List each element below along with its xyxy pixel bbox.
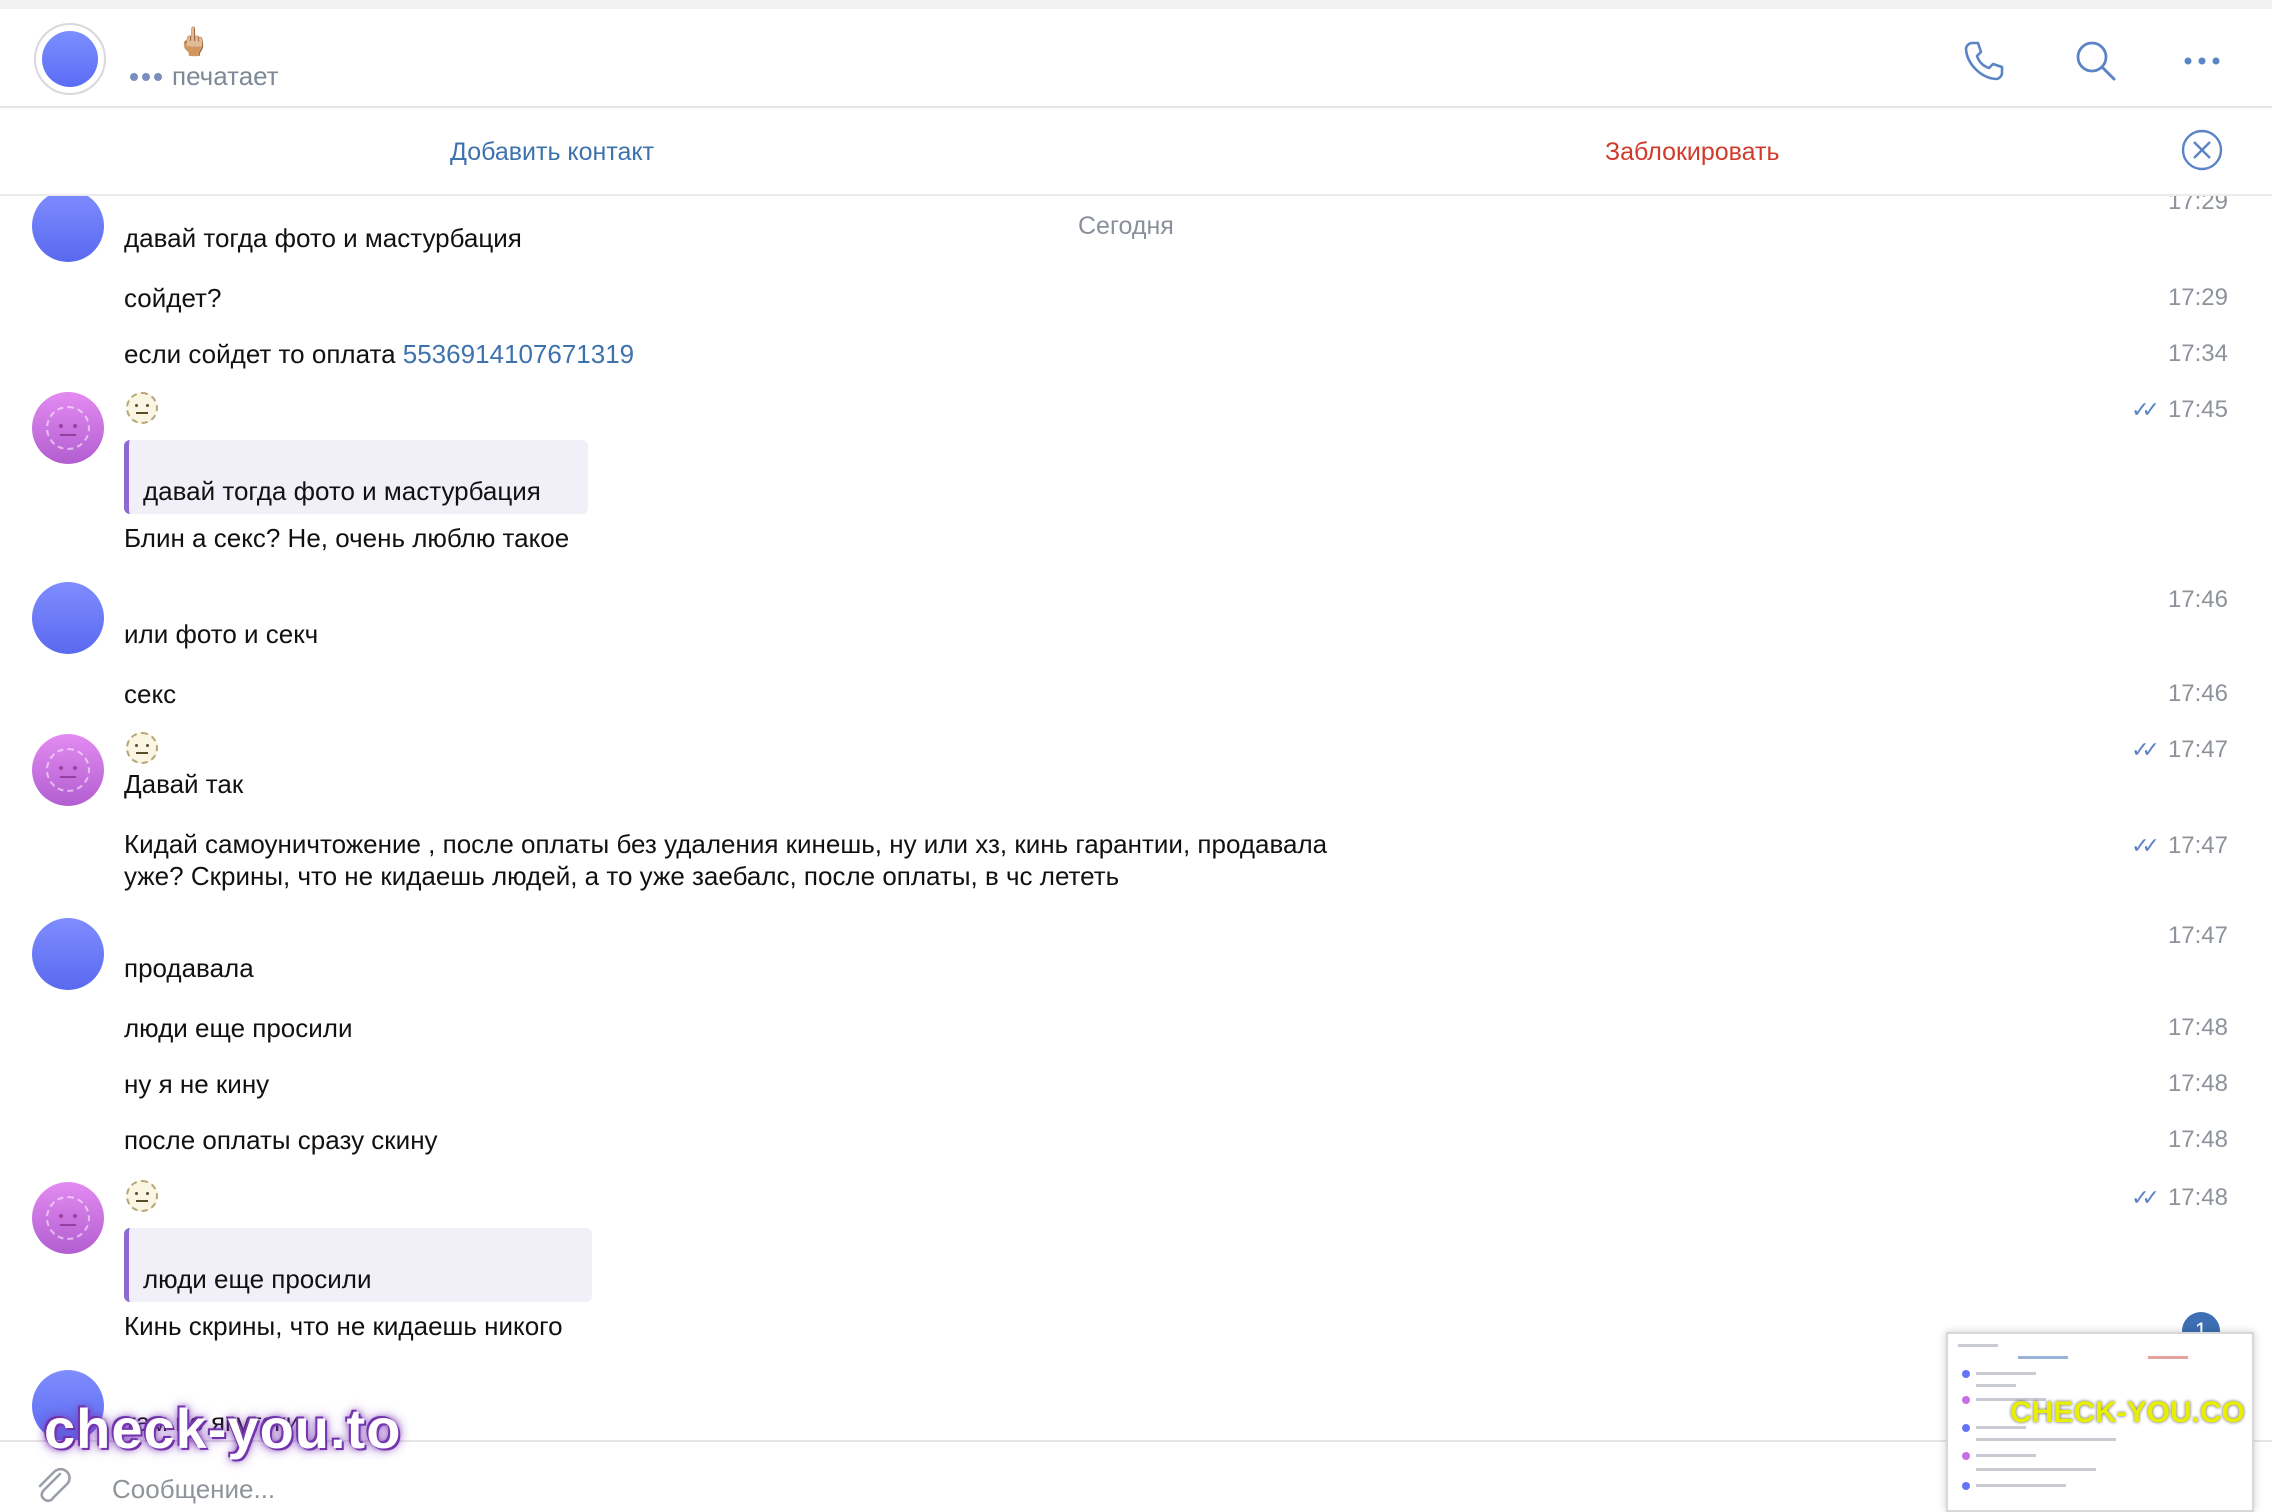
- message-time-text: 17:48: [2167, 1184, 2228, 1211]
- quoted-message[interactable]: давай тогда фото и мастурбация: [124, 440, 588, 514]
- message-input[interactable]: Сообщение...: [112, 1474, 275, 1505]
- date-separator: Сегодня: [1078, 212, 1174, 240]
- quoted-text: давай тогда фото и мастурбация: [143, 476, 541, 506]
- thumbnail-dot: [1962, 1452, 1970, 1460]
- read-check-icon: ✓✓: [2131, 833, 2160, 858]
- message-text: продавала: [124, 953, 254, 983]
- message-time: 17:48: [2167, 1070, 2228, 1097]
- message-time: 17:29: [2167, 196, 2228, 215]
- message-time: ✓✓ 17:47: [2131, 832, 2228, 860]
- message-time: ✓✓ 17:48: [2131, 1184, 2228, 1212]
- thumbnail-dot: [1962, 1424, 1970, 1432]
- read-check-icon: ✓✓: [2131, 737, 2160, 762]
- card-number-link[interactable]: 5536914107671319: [403, 339, 634, 369]
- thumbnail-line: [1976, 1372, 2036, 1375]
- my-message-avatar[interactable]: [32, 392, 104, 464]
- message-text: секс: [124, 679, 177, 709]
- thumbnail-line: [1976, 1484, 2066, 1487]
- watermark-text: check-you.to: [44, 1397, 402, 1460]
- message-time-text: 17:47: [2167, 736, 2228, 763]
- thumbnail-line: [1976, 1438, 2116, 1441]
- thumbnail-dot: [1962, 1370, 1970, 1378]
- contact-message-avatar[interactable]: [32, 918, 104, 990]
- message-text: после оплаты сразу скину: [124, 1125, 438, 1155]
- message-text: Кинь скрины, что не кидаешь никого: [124, 1311, 563, 1341]
- thumbnail-line: [2148, 1356, 2188, 1359]
- message-text: Давай так: [124, 769, 244, 799]
- thumbnail-line: [2018, 1356, 2068, 1359]
- contact-avatar[interactable]: [34, 23, 106, 95]
- typing-dots-icon: [130, 72, 162, 81]
- message-text: если сойдет то оплата 5536914107671319: [124, 338, 634, 370]
- message-time: 17:46: [2167, 586, 2228, 613]
- message-time: 17:34: [2167, 340, 2228, 367]
- quoted-text: люди еще просили: [143, 1264, 372, 1294]
- message-text: Кидай самоуничтожение , после оплаты без…: [124, 829, 1328, 859]
- message-time: 17:29: [2167, 284, 2228, 311]
- message-time: ✓✓ 17:47: [2131, 736, 2228, 764]
- block-button[interactable]: Заблокировать: [1605, 138, 1780, 167]
- typing-indicator: печатает: [130, 61, 279, 92]
- message-list[interactable]: Сегодня 17:29 давай тогда фото и мастурб…: [0, 196, 2272, 1440]
- thumbnail-dot: [1962, 1396, 1970, 1404]
- message-text: ну я не кину: [124, 1069, 270, 1099]
- neutral-face-icon: [46, 1196, 90, 1240]
- message-text: уже? Скрины, что не кидаешь людей, а то …: [124, 861, 1120, 891]
- neutral-face-emoji-icon: [126, 732, 158, 764]
- read-check-icon: ✓✓: [2131, 1185, 2160, 1210]
- contact-action-bar: Добавить контакт Заблокировать: [0, 108, 2272, 196]
- neutral-face-icon: [46, 748, 90, 792]
- add-contact-button[interactable]: Добавить контакт: [450, 138, 654, 167]
- message-time: 17:48: [2167, 1014, 2228, 1041]
- window-top-strip: [0, 0, 2272, 9]
- message-time: ✓✓ 17:45: [2131, 396, 2228, 424]
- message-time-text: 17:45: [2167, 396, 2228, 423]
- chat-header: 🖕🏼 печатает: [0, 9, 2272, 108]
- thumbnail-line: [1958, 1344, 1998, 1347]
- neutral-face-icon: [46, 406, 90, 450]
- typing-status-text: печатает: [172, 61, 279, 91]
- thumbnail-watermark: CHECK-YOU.CO: [2010, 1396, 2246, 1429]
- thumbnail-line: [1976, 1468, 2096, 1471]
- message-time: 17:47: [2167, 922, 2228, 949]
- message-time: 17:46: [2167, 680, 2228, 707]
- thumbnail-dot: [1962, 1482, 1970, 1490]
- message-text: сойдет?: [124, 283, 222, 313]
- search-icon[interactable]: [2072, 37, 2120, 85]
- thumbnail-line: [1976, 1454, 2036, 1457]
- close-icon[interactable]: [2180, 128, 2224, 172]
- more-icon[interactable]: [2178, 37, 2226, 85]
- message-text: Блин а секс? Не, очень люблю такое: [124, 523, 570, 553]
- attach-icon[interactable]: [30, 1462, 74, 1506]
- message-time: 17:48: [2167, 1126, 2228, 1153]
- thumbnail-line: [1976, 1384, 2016, 1387]
- neutral-face-emoji-icon: [126, 1180, 158, 1212]
- message-text: давай тогда фото и мастурбация: [124, 223, 522, 253]
- contact-message-avatar[interactable]: [32, 196, 104, 262]
- read-check-icon: ✓✓: [2131, 397, 2160, 422]
- phone-icon[interactable]: [1960, 37, 2008, 85]
- message-text: или фото и секч: [124, 619, 319, 649]
- my-message-avatar[interactable]: [32, 1182, 104, 1254]
- my-message-avatar[interactable]: [32, 734, 104, 806]
- screenshot-thumbnail[interactable]: CHECK-YOU.CO: [1946, 1332, 2254, 1512]
- message-time-text: 17:47: [2167, 832, 2228, 859]
- contact-message-avatar[interactable]: [32, 582, 104, 654]
- message-text-part: если сойдет то оплата: [124, 339, 403, 369]
- neutral-face-emoji-icon: [126, 392, 158, 424]
- message-text: люди еще просили: [124, 1013, 353, 1043]
- quoted-message[interactable]: люди еще просили: [124, 1228, 592, 1302]
- status-emoji: 🖕🏼: [176, 26, 211, 57]
